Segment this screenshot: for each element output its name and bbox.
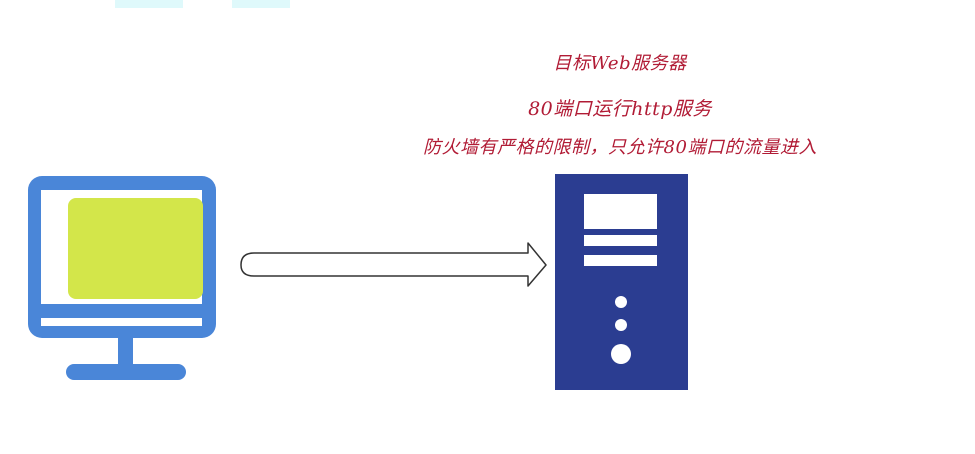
- server-drive-bay-large: [584, 194, 657, 229]
- server-icon: [555, 174, 688, 390]
- network-diagram: [28, 174, 688, 390]
- server-drive-bay-middle: [584, 235, 657, 246]
- server-power-button: [611, 344, 631, 364]
- right-arrow-icon: [240, 242, 547, 287]
- monitor-lower-bezel: [41, 304, 202, 313]
- monitor-base-strip: [41, 318, 202, 326]
- server-drive-bay-lower: [584, 255, 657, 266]
- monitor-stem: [118, 338, 133, 366]
- server-indicator-top: [615, 296, 627, 308]
- server-indicator-middle: [615, 319, 627, 331]
- monitor-icon: [28, 176, 216, 380]
- monitor-stand-base: [66, 364, 186, 380]
- monitor-screen: [68, 198, 203, 299]
